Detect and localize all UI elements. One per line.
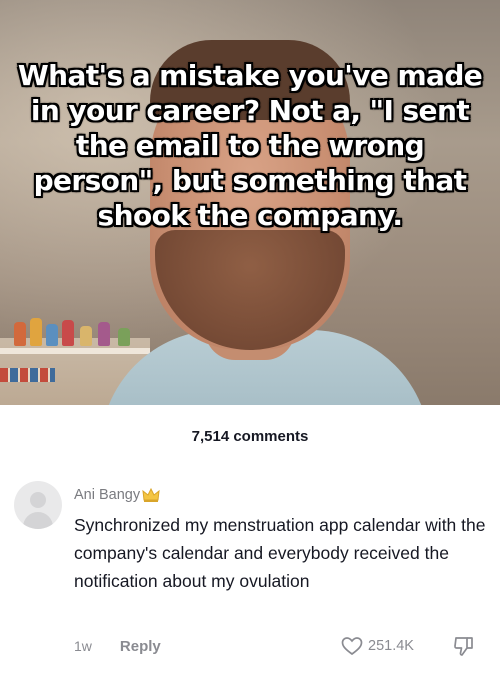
heart-icon: [341, 636, 363, 656]
comment-time: 1w: [74, 638, 92, 654]
video-caption: What's a mistake you've made in your car…: [17, 59, 483, 232]
shelf-figurine: [118, 328, 130, 346]
comment-header: Ani Bangy: [74, 485, 160, 505]
shelf-figurine: [30, 318, 42, 346]
avatar-head: [30, 492, 46, 508]
avatar-body: [23, 512, 53, 529]
shelf-figurine: [80, 326, 92, 346]
avatar[interactable]: [14, 481, 62, 529]
shelf-books: [0, 368, 55, 382]
shelf-figurine: [62, 320, 74, 346]
comment-text: Synchronized my menstruation app calenda…: [74, 515, 486, 591]
comments-count: 7,514 comments: [191, 428, 309, 445]
video-frame[interactable]: What's a mistake you've made in your car…: [0, 0, 500, 405]
comments-panel: 7,514 comments Ani Bangy Synchronized my…: [0, 405, 500, 674]
like-count: 251.4K: [368, 638, 414, 654]
crown-icon: [142, 487, 160, 503]
shelf-edge: [0, 348, 150, 354]
comment-username[interactable]: Ani Bangy: [74, 487, 140, 503]
comment-meta: 1w Reply: [74, 635, 161, 657]
reply-button[interactable]: Reply: [120, 638, 161, 655]
like-button[interactable]: 251.4K: [341, 635, 414, 657]
shelf-figurine: [14, 322, 26, 346]
dislike-icon[interactable]: [452, 634, 476, 658]
shelf-figurine: [46, 324, 58, 346]
shelf-figurine: [98, 322, 110, 346]
